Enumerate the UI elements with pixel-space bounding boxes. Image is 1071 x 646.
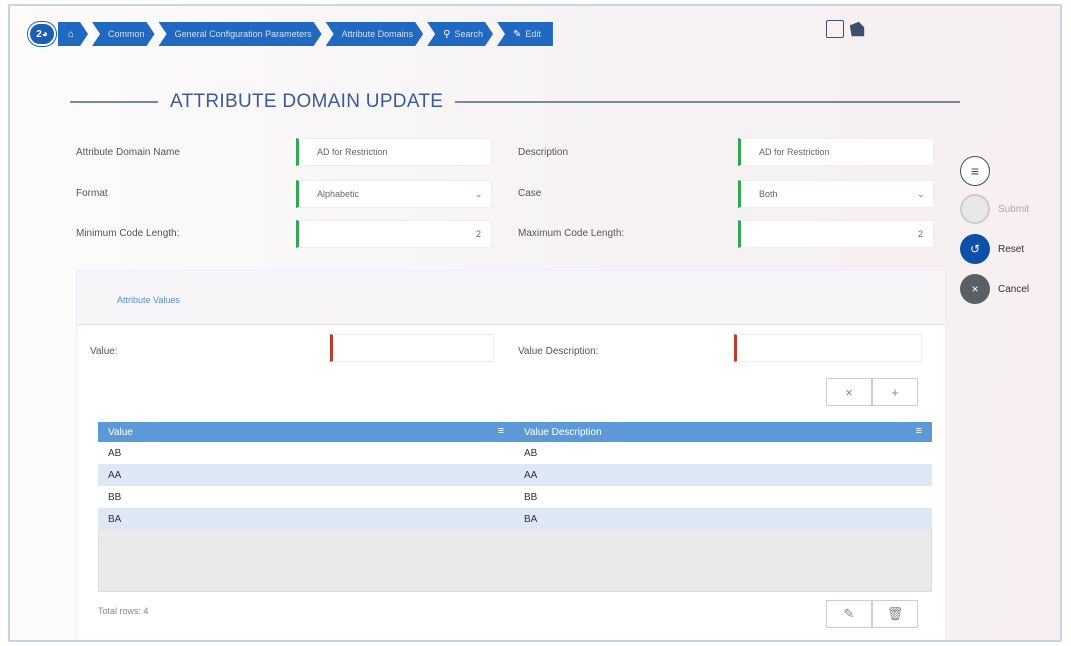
close-icon: × [845, 384, 853, 400]
value-input[interactable] [330, 334, 494, 362]
breadcrumb-edit[interactable]: ✎ Edit [497, 22, 553, 46]
min-code-length-field[interactable]: 2 [296, 220, 492, 248]
table-cell: AA [98, 464, 514, 486]
total-rows: Total rows: 4 [98, 606, 149, 616]
table-cell: BB [98, 486, 514, 508]
breadcrumb-attribute-domains[interactable]: Attribute Domains [326, 22, 424, 46]
case-label: Case [518, 188, 542, 199]
printer-icon[interactable] [849, 21, 865, 37]
plus-icon: + [891, 384, 899, 400]
page-title: ATTRIBUTE DOMAIN UPDATE [170, 91, 444, 112]
cancel-label: Cancel [998, 283, 1030, 295]
edit-row-button[interactable]: ✎ [826, 600, 872, 628]
value-description-label: Value Description: [518, 346, 599, 357]
pencil-icon: ✎ [843, 606, 855, 621]
column-header-value-description[interactable]: Value Description ≡ [514, 422, 932, 442]
trash-icon: 🗑 [886, 606, 904, 621]
attribute-domain-name-field[interactable]: AD for Restriction [296, 138, 492, 166]
table-cell: AB [98, 442, 514, 464]
table-row[interactable]: AA AA [98, 464, 932, 486]
clipboard-icon[interactable] [826, 20, 844, 38]
top-toolbar [826, 20, 866, 38]
grid-input-buttons: × + [826, 378, 918, 406]
table-cell: AB [514, 442, 932, 464]
breadcrumb-general-config[interactable]: General Configuration Parameters [159, 22, 322, 46]
app-frame: 2 ◕ ⌂ Common General Configuration Parame… [8, 4, 1062, 642]
case-select[interactable]: Both ⌄ [738, 180, 934, 208]
panel-header: Attribute Values [77, 271, 945, 325]
table-cell: BA [514, 508, 932, 530]
add-button[interactable]: + [872, 378, 918, 406]
submit-icon [960, 194, 990, 224]
submit-button[interactable]: Submit [960, 194, 1029, 224]
home-link[interactable]: ⌂ [58, 22, 88, 46]
chevron-down-icon: ⌄ [917, 188, 925, 199]
reset-label: Reset [998, 243, 1025, 255]
table-cell: AA [514, 464, 932, 486]
format-select[interactable]: Alphabetic ⌄ [296, 180, 492, 208]
undo-icon: ↺ [960, 234, 990, 264]
value-label: Value: [90, 346, 118, 357]
column-menu-icon[interactable]: ≡ [498, 425, 504, 437]
column-header-value[interactable]: Value ≡ [98, 422, 514, 442]
divider [70, 101, 158, 103]
home-icon: ⌂ [68, 28, 75, 40]
search-icon: ⚲ [443, 28, 451, 40]
edit-icon: ✎ [513, 28, 522, 40]
max-code-length-field[interactable]: 2 [738, 220, 934, 248]
table-header-row: Value ≡ Value Description ≡ [98, 422, 932, 442]
values-table: Value ≡ Value Description ≡ AB AB AA AA BB… [98, 422, 932, 530]
breadcrumb-badge[interactable]: 2 ◕ [28, 22, 56, 46]
submit-label: Submit [998, 203, 1030, 215]
value-description-input[interactable] [734, 334, 922, 362]
column-menu-icon[interactable]: ≡ [916, 425, 922, 437]
chevron-down-icon: ⌄ [475, 188, 483, 199]
table-row[interactable]: BB BB [98, 486, 932, 508]
clear-button[interactable]: × [826, 378, 872, 406]
page-title-row: ATTRIBUTE DOMAIN UPDATE [70, 90, 960, 114]
attribute-domain-name-label: Attribute Domain Name [76, 147, 180, 158]
close-icon: × [960, 274, 990, 304]
table-cell: BA [98, 508, 514, 530]
breadcrumb: 2 ◕ ⌂ Common General Configuration Parame… [28, 20, 557, 48]
menu-button[interactable]: ≡ [960, 156, 990, 186]
table-cell: BB [514, 486, 932, 508]
grid-row-buttons: ✎ 🗑 [826, 600, 918, 628]
description-field[interactable]: AD for Restriction [738, 138, 934, 166]
breadcrumb-common[interactable]: Common [92, 22, 155, 46]
divider [455, 101, 960, 103]
delete-row-button[interactable]: 🗑 [872, 600, 918, 628]
min-code-length-label: Minimum Code Length: [76, 228, 180, 239]
table-row[interactable]: AB AB [98, 442, 932, 464]
format-label: Format [76, 188, 108, 199]
list-icon: ≡ [960, 156, 990, 186]
breadcrumb-search[interactable]: ⚲ Search [427, 22, 493, 46]
cancel-button[interactable]: × Cancel [960, 274, 1029, 304]
table-row[interactable]: BA BA [98, 508, 932, 530]
description-label: Description [518, 147, 569, 158]
reset-button[interactable]: ↺ Reset [960, 234, 1024, 264]
max-code-length-label: Maximum Code Length: [518, 228, 625, 239]
panel-title[interactable]: Attribute Values [117, 295, 180, 305]
